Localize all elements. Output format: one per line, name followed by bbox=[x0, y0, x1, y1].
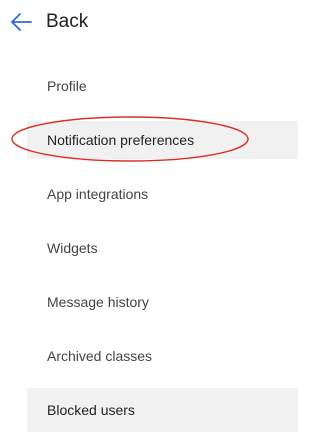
menu-item-label: App integrations bbox=[47, 186, 149, 202]
menu-item-widgets[interactable]: Widgets bbox=[0, 221, 298, 275]
menu-item-label: Blocked users bbox=[47, 402, 135, 418]
menu-item-blocked-users[interactable]: Blocked users bbox=[27, 388, 298, 432]
menu-item-profile[interactable]: Profile bbox=[0, 59, 298, 113]
menu-item-label: Widgets bbox=[47, 240, 98, 256]
menu-item-label: Message history bbox=[47, 294, 149, 310]
back-button[interactable]: Back bbox=[0, 0, 160, 44]
menu-item-notification-preferences[interactable]: Notification preferences bbox=[27, 121, 298, 159]
menu-item-app-integrations[interactable]: App integrations bbox=[0, 167, 298, 221]
menu-item-archived-classes[interactable]: Archived classes bbox=[0, 329, 298, 383]
menu-item-label: Profile bbox=[47, 78, 87, 94]
arrow-left-icon bbox=[11, 13, 32, 31]
menu-item-label: Archived classes bbox=[47, 348, 153, 364]
settings-menu: Profile Notification preferences App int… bbox=[0, 59, 298, 432]
menu-item-message-history[interactable]: Message history bbox=[0, 275, 298, 329]
menu-item-label: Notification preferences bbox=[47, 132, 195, 148]
back-label: Back bbox=[46, 11, 89, 32]
